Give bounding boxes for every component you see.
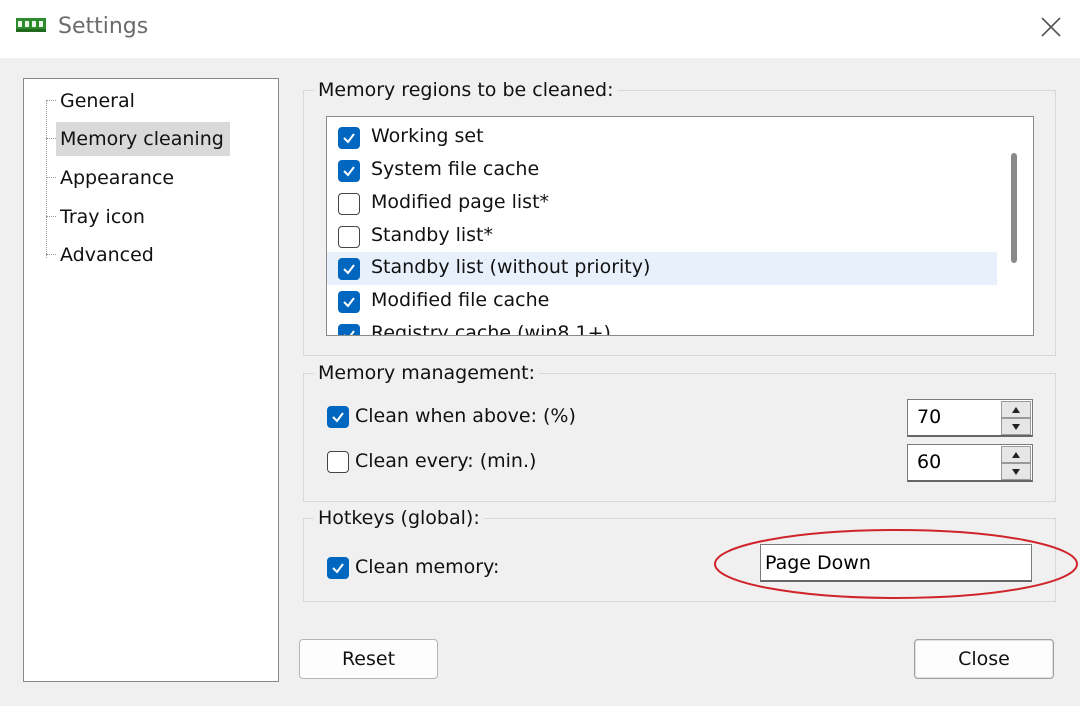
nav-item-appearance[interactable]: Appearance: [46, 160, 246, 194]
memory-chip-icon: [16, 18, 46, 32]
decrement-button[interactable]: [1001, 463, 1031, 480]
clean-above-input[interactable]: [908, 400, 998, 434]
reset-button[interactable]: Reset: [299, 639, 438, 679]
clean-above-spinner[interactable]: [907, 399, 1033, 437]
clean-memory-label: Clean memory:: [355, 556, 500, 578]
list-item-label: Working set: [371, 125, 484, 147]
list-item[interactable]: Standby list*: [327, 220, 997, 253]
nav-item-general[interactable]: General: [46, 83, 246, 117]
arrow-up-icon: [1012, 407, 1020, 413]
clean-memory-checkbox[interactable]: [327, 557, 349, 579]
memory-management-group: [303, 373, 1056, 502]
arrow-down-icon: [1012, 469, 1020, 475]
decrement-button[interactable]: [1001, 418, 1031, 435]
list-item[interactable]: Working set: [327, 121, 997, 154]
close-icon[interactable]: [1036, 12, 1066, 42]
checkbox[interactable]: [338, 226, 360, 248]
list-item-label: Standby list*: [371, 224, 494, 246]
list-scrollbar[interactable]: [997, 117, 1033, 335]
memory-regions-title: Memory regions to be cleaned:: [314, 79, 618, 101]
nav-item-label: Memory cleaning: [56, 122, 230, 156]
hotkey-field[interactable]: [760, 544, 1032, 582]
checkbox[interactable]: [338, 324, 360, 335]
hotkey-input[interactable]: [761, 545, 1031, 580]
list-item-label: System file cache: [371, 158, 540, 180]
checkbox[interactable]: [338, 127, 360, 149]
nav-item-label: Advanced: [60, 244, 154, 266]
list-item-label: Modified page list*: [371, 191, 550, 213]
nav-item-tray-icon[interactable]: Tray icon: [46, 199, 246, 233]
clean-every-spinner[interactable]: [907, 444, 1033, 482]
list-item[interactable]: System file cache: [327, 154, 997, 187]
nav-item-advanced[interactable]: Advanced: [46, 237, 246, 271]
scroll-thumb[interactable]: [1011, 153, 1017, 263]
list-item[interactable]: Registry cache (win8.1+): [327, 318, 997, 336]
nav-item-label: Appearance: [60, 167, 175, 189]
list-item[interactable]: Modified page list*: [327, 187, 997, 220]
nav-item-memory-cleaning[interactable]: Memory cleaning: [46, 121, 246, 156]
checkbox[interactable]: [338, 160, 360, 182]
nav-item-label: Tray icon: [60, 206, 145, 228]
list-item-label: Modified file cache: [371, 289, 550, 311]
memory-management-title: Memory management:: [314, 362, 539, 384]
nav-item-label: General: [60, 90, 135, 112]
list-item-label: Standby list (without priority): [371, 256, 651, 278]
memory-regions-list[interactable]: Working set System file cache Modified p…: [326, 116, 1034, 336]
list-item[interactable]: Modified file cache: [327, 285, 997, 318]
hotkeys-title: Hotkeys (global):: [314, 507, 484, 529]
window-title: Settings: [58, 14, 149, 39]
settings-nav-tree: General Memory cleaning Appearance Tray …: [23, 78, 279, 682]
close-button[interactable]: Close: [914, 639, 1054, 679]
clean-every-input[interactable]: [908, 445, 998, 479]
clean-above-checkbox[interactable]: [327, 406, 349, 428]
arrow-down-icon: [1012, 424, 1020, 430]
checkbox[interactable]: [338, 193, 360, 215]
title-bar: Settings: [0, 0, 1080, 58]
clean-above-label: Clean when above: (%): [355, 405, 576, 427]
clean-every-checkbox[interactable]: [327, 451, 349, 473]
checkbox[interactable]: [338, 291, 360, 313]
list-item-label: Registry cache (win8.1+): [371, 322, 611, 336]
checkbox[interactable]: [338, 258, 360, 280]
list-item[interactable]: Standby list (without priority): [327, 252, 997, 285]
increment-button[interactable]: [1001, 446, 1031, 463]
arrow-up-icon: [1012, 452, 1020, 458]
clean-every-label: Clean every: (min.): [355, 450, 537, 472]
increment-button[interactable]: [1001, 401, 1031, 418]
